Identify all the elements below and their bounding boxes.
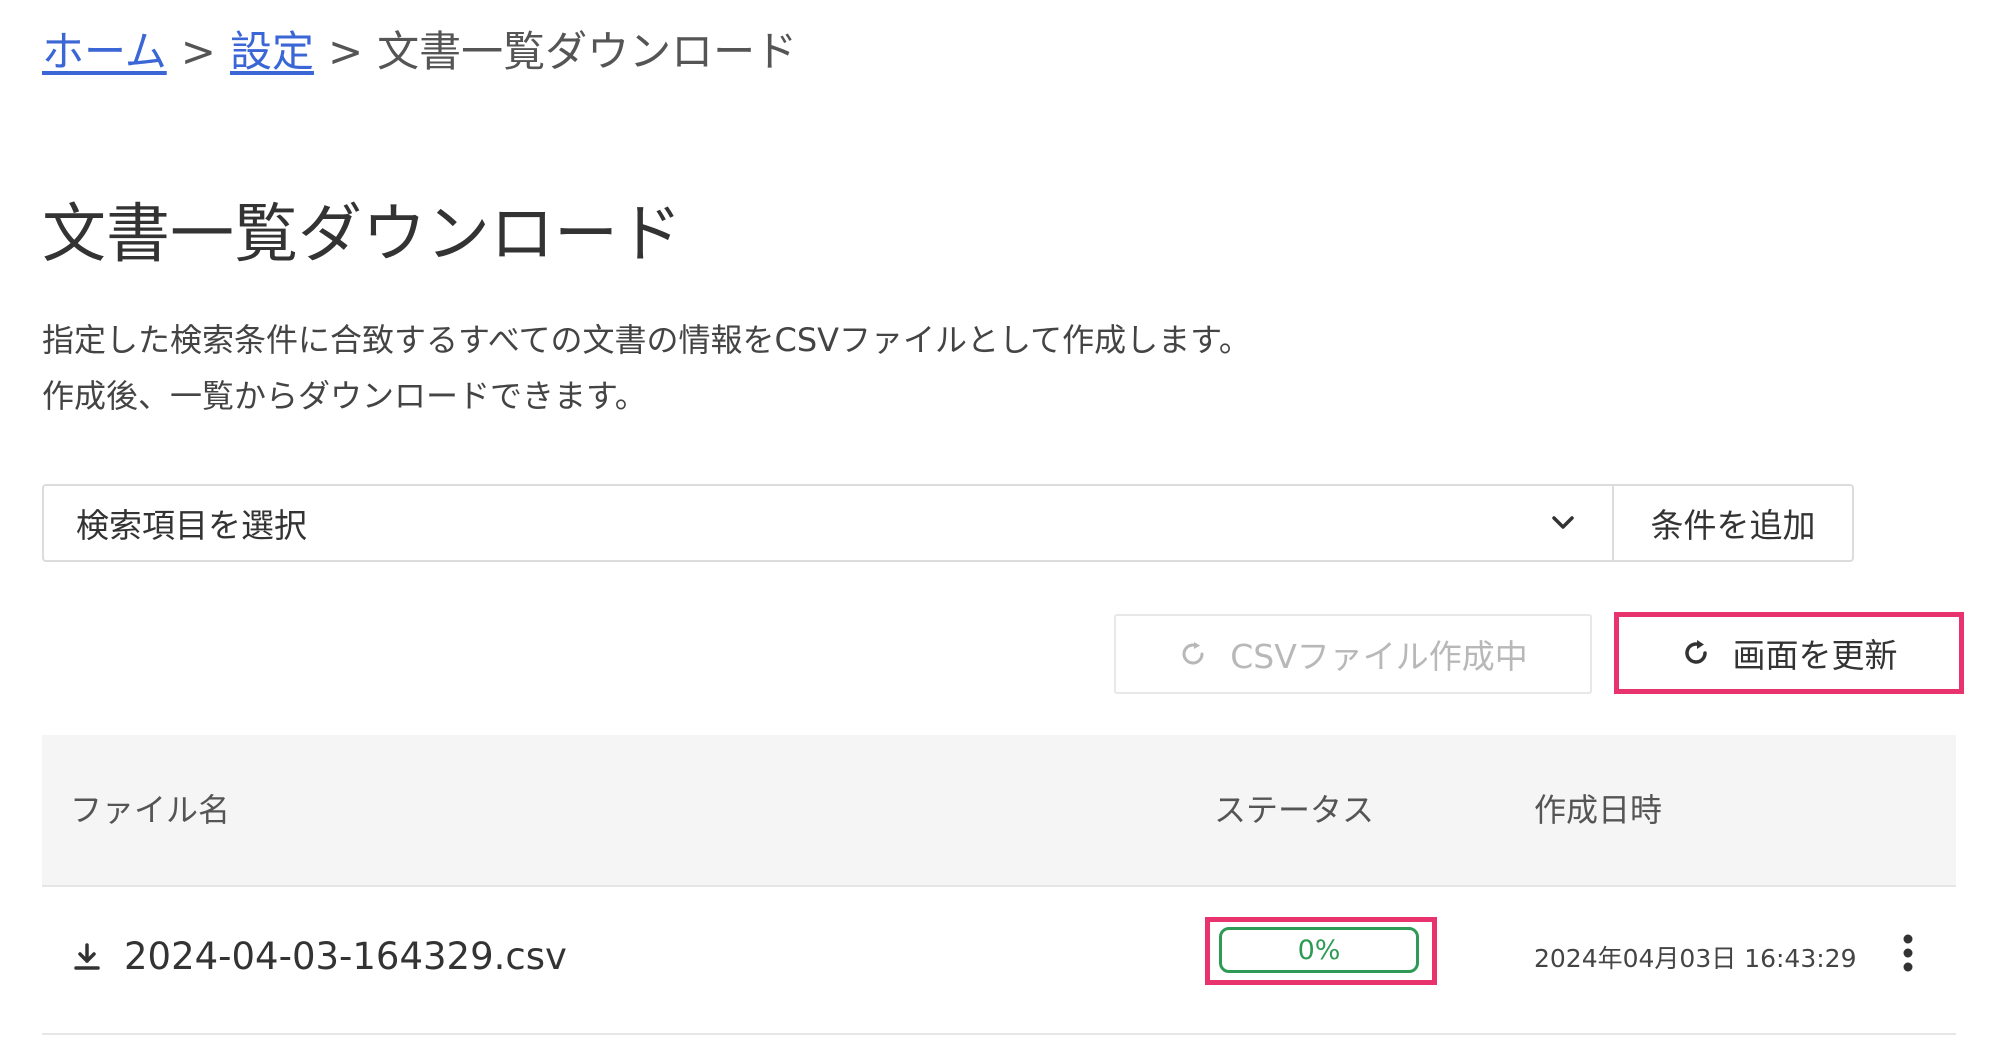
csv-file-table: ファイル名 ステータス 作成日時 2024-04-03-164329.csv 0…: [42, 735, 1956, 1035]
refresh-icon: [1681, 638, 1711, 668]
breadcrumb-current: 文書一覧ダウンロード: [377, 27, 798, 76]
table-header: ファイル名 ステータス 作成日時: [42, 735, 1956, 887]
page-title: 文書一覧ダウンロード: [42, 198, 682, 272]
description-line-1: 指定した検索条件に合致するすべての文書の情報をCSVファイルとして作成します。: [42, 321, 1251, 359]
status-progress-text: 0%: [1297, 934, 1341, 966]
breadcrumb-separator: >: [180, 27, 216, 76]
file-name: 2024-04-03-164329.csv: [124, 935, 567, 978]
add-condition-button[interactable]: 条件を追加: [1612, 484, 1854, 562]
search-field-select[interactable]: 検索項目を選択: [42, 484, 1614, 562]
breadcrumb-home-link[interactable]: ホーム: [42, 27, 167, 76]
csv-creating-label: CSVファイル作成中: [1230, 637, 1528, 676]
refresh-screen-button[interactable]: 画面を更新: [1614, 612, 1964, 694]
status-progress-bar: 0%: [1219, 927, 1419, 973]
search-field-select-label: 検索項目を選択: [76, 506, 307, 545]
row-menu-button[interactable]: [1890, 923, 1926, 983]
file-download-link[interactable]: 2024-04-03-164329.csv: [72, 935, 567, 978]
breadcrumb: ホーム > 設定 > 文書一覧ダウンロード: [42, 22, 797, 82]
description-line-2: 作成後、一覧からダウンロードできます。: [42, 377, 647, 415]
more-vertical-icon: [1902, 933, 1914, 973]
refresh-screen-label: 画面を更新: [1732, 636, 1898, 675]
breadcrumb-settings-link[interactable]: 設定: [230, 27, 314, 76]
column-header-created: 作成日時: [1534, 791, 1663, 829]
csv-creating-button[interactable]: CSVファイル作成中: [1114, 614, 1592, 694]
column-header-filename: ファイル名: [70, 791, 231, 829]
spinner-icon: [1178, 639, 1208, 669]
created-datetime: 2024年04月03日 16:43:29: [1534, 944, 1857, 973]
page-description: 指定した検索条件に合致するすべての文書の情報をCSVファイルとして作成します。 …: [42, 312, 1251, 424]
chevron-down-icon: [1548, 508, 1578, 538]
download-icon: [72, 942, 102, 972]
column-header-status: ステータス: [1214, 791, 1375, 829]
breadcrumb-separator: >: [327, 27, 364, 76]
table-row: 2024-04-03-164329.csv 0% 2024年04月03日 16:…: [42, 887, 1956, 1035]
